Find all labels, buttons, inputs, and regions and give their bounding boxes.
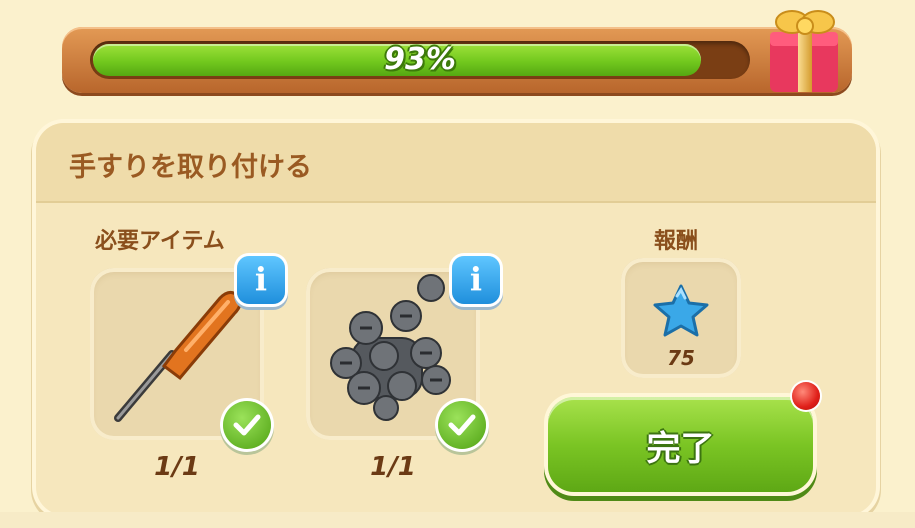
notification-dot bbox=[792, 382, 820, 410]
info-icon: i bbox=[469, 260, 483, 298]
progress-bar-frame: 93% bbox=[62, 27, 852, 93]
check-icon-screws bbox=[438, 401, 486, 449]
progress-percent: 93% bbox=[384, 42, 456, 77]
complete-button[interactable]: 完了 bbox=[548, 397, 813, 492]
task-title: 手すりを取り付ける bbox=[69, 152, 312, 183]
complete-button-label: 完了 bbox=[646, 429, 715, 469]
reward-label: 報酬 bbox=[654, 229, 699, 254]
gift-box-icon[interactable] bbox=[764, 0, 844, 96]
item-count-screws: 1/1 bbox=[370, 452, 416, 482]
task-panel-header: 手すりを取り付ける bbox=[36, 123, 876, 203]
check-icon-screwdriver bbox=[223, 401, 271, 449]
blue-star-icon bbox=[653, 284, 709, 337]
bottom-strip bbox=[0, 512, 915, 528]
reward-amount: 75 bbox=[667, 346, 695, 370]
info-button-screws[interactable]: i bbox=[452, 256, 500, 304]
info-button-screwdriver[interactable]: i bbox=[237, 256, 285, 304]
info-icon: i bbox=[254, 260, 268, 298]
progress-bar-track: 93% bbox=[90, 41, 750, 79]
item-count-screwdriver: 1/1 bbox=[154, 452, 200, 482]
required-items-label: 必要アイテム bbox=[95, 229, 225, 254]
